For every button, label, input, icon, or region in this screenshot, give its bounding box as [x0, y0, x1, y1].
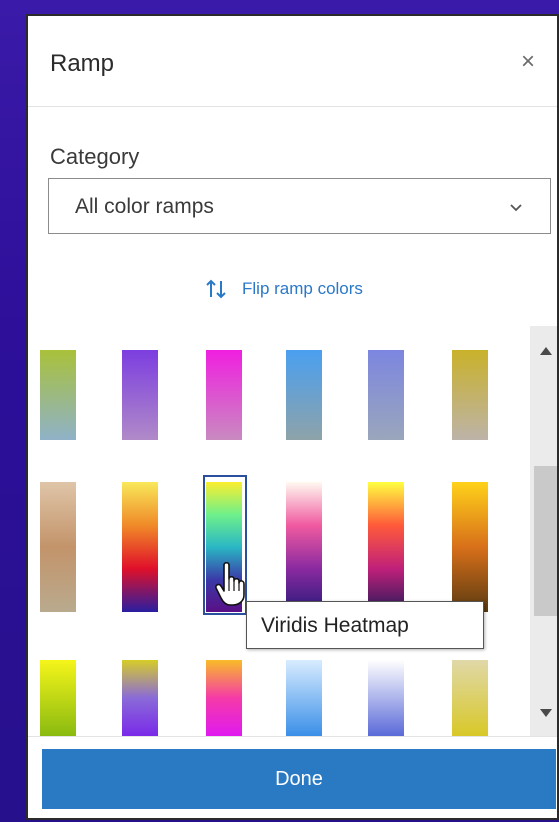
color-ramp-swatch[interactable]	[286, 350, 322, 440]
flip-ramp-colors-button[interactable]: Flip ramp colors	[204, 274, 363, 304]
done-button[interactable]: Done	[42, 749, 556, 809]
panel-title: Ramp	[50, 50, 115, 77]
color-ramp-swatch[interactable]	[206, 660, 242, 736]
swap-vertical-icon	[206, 279, 226, 299]
color-ramp-swatch[interactable]	[452, 350, 488, 440]
category-select[interactable]: All color ramps	[48, 178, 551, 234]
tooltip-text: Viridis Heatmap	[261, 614, 409, 637]
color-ramp-swatch[interactable]	[368, 482, 404, 612]
category-label: Category	[50, 144, 140, 169]
ramp-panel: Ramp × Category All color ramps Flip ram…	[26, 14, 559, 820]
color-ramp-swatch[interactable]	[40, 660, 76, 736]
color-ramp-swatch[interactable]	[452, 482, 488, 612]
color-ramp-swatch[interactable]	[122, 482, 158, 612]
scroll-up-arrow-icon[interactable]	[539, 344, 553, 356]
panel-header: Ramp ×	[28, 16, 557, 107]
color-ramp-swatch[interactable]	[122, 350, 158, 440]
hand-pointer-icon	[215, 561, 245, 606]
category-selected-value: All color ramps	[75, 195, 214, 218]
color-ramp-swatch[interactable]	[40, 482, 76, 612]
scroll-down-arrow-icon[interactable]	[539, 708, 553, 720]
color-ramp-swatch[interactable]	[286, 482, 322, 612]
color-ramp-swatch[interactable]	[286, 660, 322, 736]
color-ramp-swatch[interactable]	[40, 350, 76, 440]
ramp-grid-scrollbar[interactable]	[530, 326, 557, 736]
close-icon[interactable]: ×	[521, 50, 535, 74]
color-ramp-swatch[interactable]	[122, 660, 158, 736]
panel-footer: Done	[28, 736, 557, 818]
ramp-tooltip: Viridis Heatmap	[246, 601, 484, 649]
color-ramp-grid	[28, 326, 530, 736]
color-ramp-swatch[interactable]	[206, 350, 242, 440]
flip-ramp-colors-label: Flip ramp colors	[242, 279, 363, 298]
scrollbar-thumb[interactable]	[534, 466, 557, 616]
color-ramp-swatch[interactable]	[452, 660, 488, 736]
color-ramp-swatch[interactable]	[368, 660, 404, 736]
color-ramp-swatch[interactable]	[368, 350, 404, 440]
chevron-down-icon	[510, 204, 522, 212]
